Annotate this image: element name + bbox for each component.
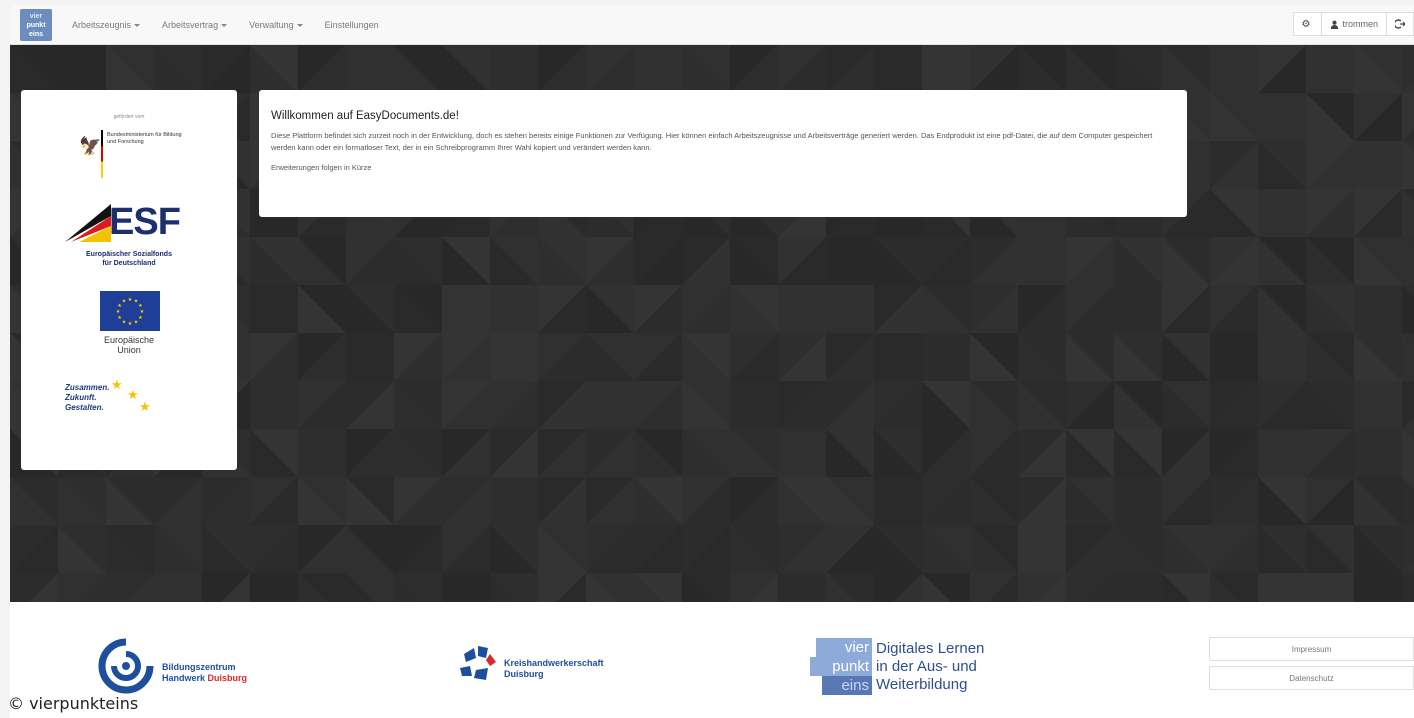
copyright-watermark: © vierpunkteins: [8, 694, 139, 713]
star-icon: ★: [139, 399, 151, 414]
khw-line-1: Kreishandwerkerschaft: [504, 658, 604, 668]
bmbf-logo: 🦅 Bundesministerium für Bildung und Fors…: [79, 130, 189, 178]
bmbf-text: Bundesministerium für Bildung und Forsch…: [107, 132, 182, 145]
bmbf-subtitle: gefördert vom: [113, 114, 145, 120]
bildungszentrum-text: Bildungszentrum Handwerk Duisburg: [162, 662, 247, 684]
slogan-line-1: Zusammen.: [65, 383, 110, 392]
bzh-line-2: Handwerk Duisburg: [162, 673, 247, 684]
menu-arbeitsvertrag[interactable]: Arbeitsvertrag: [162, 20, 228, 30]
vpe-line-3: Weiterbildung: [876, 676, 968, 693]
vpe-badge-line-3: eins: [822, 676, 872, 695]
menu-einstellungen[interactable]: Einstellungen: [325, 20, 379, 30]
esf-line-2: für Deutschland: [102, 260, 156, 267]
menu-verwaltung[interactable]: Verwaltung: [249, 20, 303, 30]
username: trommen: [1342, 19, 1378, 29]
eagle-icon: 🦅: [79, 136, 102, 156]
kreishandwerkerschaft-logo[interactable]: Kreishandwerkerschaft Duisburg: [456, 642, 646, 692]
star-icon: ★: [127, 387, 139, 402]
bzh-line-2a: Handwerk: [162, 673, 206, 683]
vpe-badge-line-2: punkt: [810, 657, 872, 676]
top-navbar: vier punkt eins Arbeitszeugnis Arbeitsve…: [10, 5, 1414, 45]
german-flag-bar: [101, 130, 103, 178]
bildungszentrum-logo[interactable]: Bildungszentrum Handwerk Duisburg: [98, 636, 278, 696]
logout-button[interactable]: [1386, 12, 1414, 36]
eu-stars-icon: ★★★★★★★★★ ★ ★★: [116, 297, 145, 327]
svg-text:★: ★: [138, 315, 143, 321]
hero-section: gefördert vom 🦅 Bundesministerium für Bi…: [10, 45, 1414, 602]
vierpunkteins-badge: vier punkt eins: [810, 638, 872, 696]
slogan-line-3: Gestalten.: [65, 403, 104, 412]
menu-label: Verwaltung: [249, 20, 294, 30]
gear-icon: ⚙: [1301, 18, 1311, 30]
esf-subtitle: Europäischer Sozialfonds für Deutschland: [21, 250, 237, 268]
impressum-link[interactable]: Impressum: [1209, 637, 1414, 661]
brand-line-3: eins: [28, 31, 43, 38]
svg-text:★: ★: [134, 319, 139, 325]
bzh-line-2b: Duisburg: [207, 673, 248, 683]
svg-text:★: ★: [122, 319, 127, 325]
svg-text:★: ★: [117, 315, 122, 321]
welcome-text: Diese Plattform befindet sich zurzeit no…: [271, 131, 1153, 152]
welcome-more: Erweiterungen folgen in Kürze: [271, 163, 372, 172]
settings-button[interactable]: ⚙: [1292, 12, 1323, 36]
eu-line-2: Union: [117, 345, 141, 355]
svg-text:★: ★: [116, 309, 121, 315]
welcome-title: Willkommen auf EasyDocuments.de!: [271, 110, 459, 122]
caret-down-icon: [221, 24, 228, 27]
bildungszentrum-swirl-icon: [98, 638, 154, 694]
kreishandwerkerschaft-icon: [460, 646, 496, 680]
esf-wedge-icon: [65, 204, 111, 242]
footer-links: Impressum Datenschutz: [1209, 637, 1414, 695]
menu-label: Arbeitsvertrag: [162, 20, 219, 30]
svg-text:★: ★: [122, 299, 127, 305]
user-icon: [1331, 20, 1339, 29]
browser-page: vier punkt eins Arbeitszeugnis Arbeitsve…: [10, 5, 1414, 718]
brand-line-2: punkt: [26, 22, 46, 29]
kreishandwerkerschaft-text: Kreishandwerkerschaft Duisburg: [504, 658, 604, 680]
screenshot-frame: vier punkt eins Arbeitszeugnis Arbeitsve…: [0, 0, 1414, 718]
datenschutz-link[interactable]: Datenschutz: [1209, 666, 1414, 690]
caret-down-icon: [296, 24, 303, 27]
logout-icon: [1395, 19, 1405, 29]
vierpunkteins-text: Digitales Lernen in der Aus- und Weiterb…: [876, 640, 984, 694]
sponsor-card: gefördert vom 🦅 Bundesministerium für Bi…: [21, 90, 237, 470]
eu-flag: ★ ★ ★ ★ ★ ★ ★ ★ ★ ★ ★ ★: [100, 291, 160, 331]
menu-arbeitszeugnis[interactable]: Arbeitszeugnis: [72, 20, 141, 30]
navbar-actions: ⚙ trommen: [1292, 12, 1414, 36]
menu-label: Arbeitszeugnis: [72, 20, 132, 30]
svg-text:★: ★: [128, 321, 133, 327]
khw-line-2: Duisburg: [504, 669, 544, 679]
star-icon: ★: [111, 377, 123, 392]
eu-label: Europäische Union: [21, 335, 237, 355]
bzh-line-1: Bildungszentrum: [162, 662, 236, 672]
user-button[interactable]: trommen: [1321, 12, 1387, 36]
vpe-badge-line-1: vier: [816, 638, 872, 657]
vpe-line-1: Digitales Lernen: [876, 640, 985, 657]
vierpunkteins-logo[interactable]: vier punkt eins Digitales Lernen in der …: [810, 638, 1010, 698]
eu-line-1: Europäische: [103, 335, 155, 345]
menu-label: Einstellungen: [324, 20, 379, 30]
esf-wordmark: ESF: [109, 201, 181, 243]
esf-line-1: Europäischer Sozialfonds: [86, 251, 172, 258]
slogan-line-2: Zukunft.: [65, 393, 97, 402]
svg-text:★: ★: [138, 303, 143, 309]
vpe-line-2: in der Aus- und: [876, 658, 977, 675]
esf-logo: ESF: [65, 202, 195, 252]
brand-line-1: vier: [29, 13, 43, 20]
brand-logo[interactable]: vier punkt eins: [20, 9, 52, 41]
footer: Bildungszentrum Handwerk Duisburg Kreish…: [10, 602, 1414, 718]
main-menu: Arbeitszeugnis Arbeitsvertrag Verwaltung…: [72, 5, 401, 45]
welcome-card: Willkommen auf EasyDocuments.de! Diese P…: [259, 90, 1187, 217]
svg-text:★: ★: [128, 297, 133, 303]
slogan-logo: Zusammen. Zukunft. Gestalten. ★ ★ ★: [65, 377, 185, 433]
caret-down-icon: [134, 24, 141, 27]
